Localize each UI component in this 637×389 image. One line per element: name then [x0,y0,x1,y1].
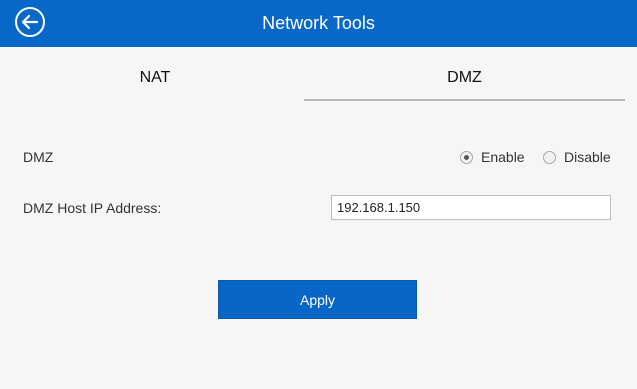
header-bar: Network Tools [0,0,637,47]
page-title: Network Tools [262,13,375,33]
dmz-host-ip-label: DMZ Host IP Address: [23,200,162,216]
radio-unchecked-icon [543,151,556,164]
disable-label: Disable [564,149,611,165]
enable-label: Enable [481,149,525,165]
tab-nat[interactable]: NAT [0,55,310,101]
apply-button[interactable]: Apply [218,280,417,319]
radio-checked-icon [460,151,473,164]
dmz-host-ip-input[interactable] [331,195,611,220]
tab-dmz[interactable]: DMZ [304,55,625,101]
active-tab-indicator [304,99,625,101]
dmz-label: DMZ [23,149,54,165]
